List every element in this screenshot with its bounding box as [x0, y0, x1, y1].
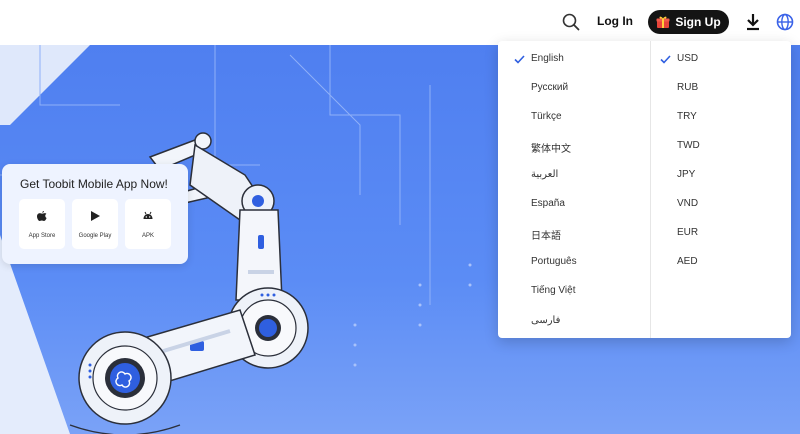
currency-item-usd[interactable]: USD — [677, 53, 698, 64]
download-icon[interactable] — [744, 12, 762, 32]
currency-item-try[interactable]: TRY — [677, 111, 697, 122]
currency-item-rub[interactable]: RUB — [677, 82, 698, 93]
play-icon — [89, 209, 101, 221]
app-card-title: Get Toobit Mobile App Now! — [20, 177, 168, 191]
language-item-turkish[interactable]: Türkçe — [531, 111, 562, 122]
app-store-button[interactable]: App Store — [19, 199, 65, 249]
signup-label: Sign Up — [675, 15, 721, 29]
google-play-label: Google Play — [78, 233, 112, 239]
currency-item-jpy[interactable]: JPY — [677, 169, 695, 180]
apk-button[interactable]: APK — [125, 199, 171, 249]
language-item-persian[interactable]: فارسی — [531, 315, 560, 326]
language-currency-dropdown: English Русский Türkçe 繁体中文 العربية Espa… — [498, 41, 791, 338]
gift-icon — [656, 15, 670, 29]
language-item-russian[interactable]: Русский — [531, 82, 568, 93]
globe-icon[interactable] — [775, 12, 795, 32]
login-button[interactable]: Log In — [597, 14, 633, 28]
language-item-spanish[interactable]: España — [531, 198, 565, 209]
language-item-traditional-chinese[interactable]: 繁体中文 — [531, 140, 571, 155]
language-item-japanese[interactable]: 日本語 — [531, 227, 561, 242]
search-icon[interactable] — [560, 11, 582, 33]
apple-icon — [36, 209, 48, 221]
currency-item-vnd[interactable]: VND — [677, 198, 698, 209]
dropdown-divider — [650, 41, 651, 338]
currency-item-twd[interactable]: TWD — [677, 140, 700, 151]
language-item-portuguese[interactable]: Português — [531, 256, 577, 267]
signup-button[interactable]: Sign Up — [648, 10, 729, 34]
currency-item-eur[interactable]: EUR — [677, 227, 698, 238]
language-item-english[interactable]: English — [531, 53, 564, 64]
google-play-button[interactable]: Google Play — [72, 199, 118, 249]
apk-label: APK — [141, 233, 154, 239]
app-store-label: App Store — [28, 233, 56, 239]
currency-item-aed[interactable]: AED — [677, 256, 698, 267]
language-item-vietnamese[interactable]: Tiếng Việt — [531, 285, 575, 296]
android-icon — [142, 209, 154, 221]
app-download-card: Get Toobit Mobile App Now! App Store Goo… — [2, 164, 188, 264]
language-check-icon — [514, 55, 525, 64]
language-item-arabic[interactable]: العربية — [531, 169, 558, 180]
currency-check-icon — [660, 55, 671, 64]
top-header: Log In Sign Up — [0, 0, 800, 45]
